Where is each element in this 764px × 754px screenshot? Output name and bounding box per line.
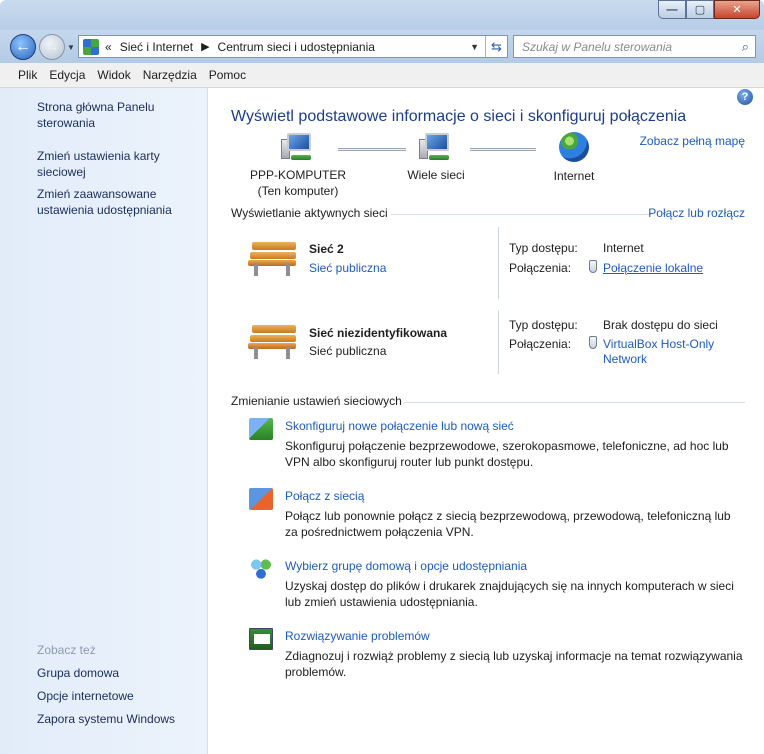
map-computer-label: PPP-KOMPUTER [249,168,346,182]
map-node-internet[interactable]: Internet [534,132,614,184]
access-type-value: Internet [603,241,644,255]
active-networks-heading: Wyświetlanie aktywnych sieci [231,206,388,220]
main-content: ? Wyświetl podstawowe informacje o sieci… [208,88,764,754]
menu-plik[interactable]: Plik [18,68,37,82]
map-internet-label: Internet [553,169,595,183]
search-input[interactable]: Szukaj w Panelu sterowania ⌕ [513,35,756,58]
close-button[interactable]: ✕ [714,0,760,19]
task-troubleshoot: Rozwiązywanie problemów Zdiagnozuj i roz… [249,628,764,680]
section-divider [391,214,651,215]
menu-bar: Plik Edycja Widok Narzędzia Pomoc [0,63,764,88]
search-icon[interactable]: ⌕ [742,39,749,55]
section-divider [404,402,745,403]
minimize-button[interactable]: — [658,0,686,19]
connections-label: Połączenia: [509,337,572,351]
globe-icon [559,132,589,162]
connection-virtualbox-link[interactable]: VirtualBox Host-Only Network [603,337,714,367]
map-node-multiple-networks[interactable]: Wiele sieci [398,133,474,183]
public-network-bench-icon [248,319,298,361]
connect-disconnect-link[interactable]: Połącz lub rozłącz [648,206,745,220]
network-type: Sieć publiczna [309,344,387,358]
full-map-link[interactable]: Zobacz pełną mapę [640,134,745,148]
connection-local-link[interactable]: Połączenie lokalne [603,261,703,276]
access-type-value: Brak dostępu do sieci [603,318,718,332]
search-placeholder: Szukaj w Panelu sterowania [522,39,673,54]
breadcrumb-siec-i-internet[interactable]: Sieć i Internet [120,40,193,54]
breadcrumb-arrow-icon[interactable]: ▶ [201,40,209,53]
address-toolbar: ← → ▼ « Sieć i Internet ▶ Centrum sieci … [0,30,764,63]
task-homegroup: Wybierz grupę domową i opcje udostępnian… [249,558,764,610]
forward-button[interactable]: → [39,34,65,60]
task-new-connection-link[interactable]: Skonfiguruj nowe połączenie lub nową sie… [285,418,764,434]
network-type-link[interactable]: Sieć publiczna [309,261,386,275]
task-homegroup-link[interactable]: Wybierz grupę domową i opcje udostępnian… [285,558,764,574]
network-name: Sieć 2 [309,242,344,256]
task-troubleshoot-link[interactable]: Rozwiązywanie problemów [285,628,764,644]
page-title: Wyświetl podstawowe informacje o sieci i… [231,108,687,125]
forward-arrow-icon: → [44,38,60,55]
window-controls: — ▢ ✕ [658,0,760,19]
task-description: Skonfiguruj połączenie bezprzewodowe, sz… [285,439,729,469]
new-connection-icon [249,418,273,440]
back-button[interactable]: ← [10,34,36,60]
control-panel-icon [83,38,99,55]
network-name: Sieć niezidentyfikowana [309,326,448,340]
sidebar-internet-options-link[interactable]: Opcje internetowe [37,688,197,704]
map-connector-line [338,148,406,151]
breadcrumb-overflow-icon[interactable]: « [105,40,112,54]
sidebar-advanced-sharing-link[interactable]: Zmień zaawansowane ustawienia udostępnia… [37,186,197,218]
map-computer-sublabel: (Ten komputer) [257,184,339,198]
breadcrumb-centrum-sieci[interactable]: Centrum sieci i udostępniania [218,40,375,54]
see-also-heading: Zobacz też [37,643,96,657]
address-dropdown-icon[interactable]: ▼ [470,42,479,52]
ethernet-plug-icon [589,336,597,349]
change-settings-heading: Zmienianie ustawień sieciowych [231,394,402,408]
sidebar-home-link[interactable]: Strona główna Panelu sterowania [37,99,197,131]
address-bar[interactable]: « Sieć i Internet ▶ Centrum sieci i udos… [78,35,508,58]
task-new-connection: Skonfiguruj nowe połączenie lub nową sie… [249,418,764,470]
network-divider [498,310,499,374]
troubleshoot-icon [249,628,273,650]
task-connect-network: Połącz z siecią Połącz lub ponownie połą… [249,488,764,540]
ethernet-plug-icon [589,260,597,273]
menu-narzedzia[interactable]: Narzędzia [143,68,197,82]
map-connector-line [470,148,536,151]
menu-edycja[interactable]: Edycja [49,68,85,82]
title-bar: — ▢ ✕ [0,0,764,30]
connect-network-icon [249,488,273,510]
sidebar-firewall-link[interactable]: Zapora systemu Windows [37,711,197,727]
map-node-computer[interactable]: PPP-KOMPUTER (Ten komputer) [248,133,348,199]
map-multiple-label: Wiele sieci [407,168,465,182]
computer-icon [281,133,315,161]
task-description: Zdiagnozuj i rozwiąż problemy z siecią l… [285,649,743,679]
homegroup-icon [249,558,273,580]
connection-virtualbox-line1: VirtualBox Host-Only [603,337,715,351]
sidebar-homegroup-link[interactable]: Grupa domowa [37,665,197,681]
sidebar: Strona główna Panelu sterowania Zmień us… [0,88,208,754]
connections-label: Połączenia: [509,261,572,275]
menu-pomoc[interactable]: Pomoc [209,68,246,82]
multiple-networks-icon [419,133,453,161]
task-connect-network-link[interactable]: Połącz z siecią [285,488,764,504]
access-type-label: Typ dostępu: [509,241,578,255]
connection-virtualbox-line2: Network [603,352,648,366]
menu-widok[interactable]: Widok [97,68,130,82]
help-icon[interactable]: ? [737,89,753,105]
public-network-bench-icon [248,236,298,278]
access-type-label: Typ dostępu: [509,318,578,332]
refresh-icon[interactable]: ⇆ [485,36,507,57]
task-description: Uzyskaj dostęp do plików i drukarek znaj… [285,579,734,609]
maximize-button[interactable]: ▢ [686,0,714,19]
recent-pages-dropdown-icon[interactable]: ▼ [67,43,75,52]
task-description: Połącz lub ponownie połącz z siecią bezp… [285,509,731,539]
network-divider [498,227,499,299]
sidebar-adapter-settings-link[interactable]: Zmień ustawienia karty sieciowej [37,148,197,180]
back-arrow-icon: ← [15,38,31,55]
